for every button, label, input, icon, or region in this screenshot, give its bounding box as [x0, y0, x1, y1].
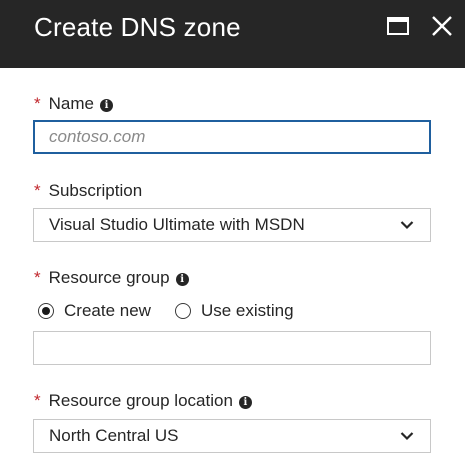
subscription-label-text: Subscription	[48, 181, 143, 200]
subscription-selected-value: Visual Studio Ultimate with MSDN	[49, 215, 305, 234]
close-icon	[432, 16, 452, 36]
name-input[interactable]	[33, 120, 431, 154]
info-icon[interactable]: i	[175, 273, 189, 286]
subscription-dropdown[interactable]: Visual Studio Ultimate with MSDN	[33, 208, 431, 242]
info-icon[interactable]: i	[238, 396, 252, 409]
resource-group-label: * Resource group i	[34, 267, 189, 289]
required-marker: *	[34, 94, 41, 113]
subscription-label: * Subscription	[34, 180, 142, 202]
radio-use-existing-label: Use existing	[200, 301, 294, 320]
chevron-down-icon	[400, 432, 414, 441]
location-dropdown[interactable]: North Central US	[33, 419, 431, 453]
chevron-down-icon	[400, 221, 414, 230]
blade-header: Create DNS zone	[0, 0, 465, 68]
radio-use-existing[interactable]: Use existing	[174, 301, 294, 321]
resource-group-input[interactable]	[33, 331, 431, 365]
resource-group-mode: Create new Use existing	[38, 300, 294, 322]
location-label-text: Resource group location	[48, 391, 233, 410]
maximize-button[interactable]	[384, 12, 412, 40]
radio-create-new[interactable]: Create new	[38, 301, 151, 321]
maximize-icon	[387, 17, 409, 35]
radio-create-new-label: Create new	[64, 301, 151, 320]
radio-create-new-button[interactable]	[38, 303, 54, 319]
resource-group-label-text: Resource group	[48, 268, 170, 287]
info-icon[interactable]: i	[99, 99, 113, 112]
required-marker: *	[34, 268, 41, 287]
page-title: Create DNS zone	[34, 12, 241, 42]
location-label: * Resource group location i	[34, 390, 252, 412]
required-marker: *	[34, 391, 41, 410]
required-marker: *	[34, 181, 41, 200]
radio-use-existing-button[interactable]	[174, 303, 191, 319]
close-button[interactable]	[426, 10, 458, 42]
name-label: * Name i	[34, 93, 113, 115]
name-label-text: Name	[48, 94, 94, 113]
location-selected-value: North Central US	[49, 426, 179, 445]
